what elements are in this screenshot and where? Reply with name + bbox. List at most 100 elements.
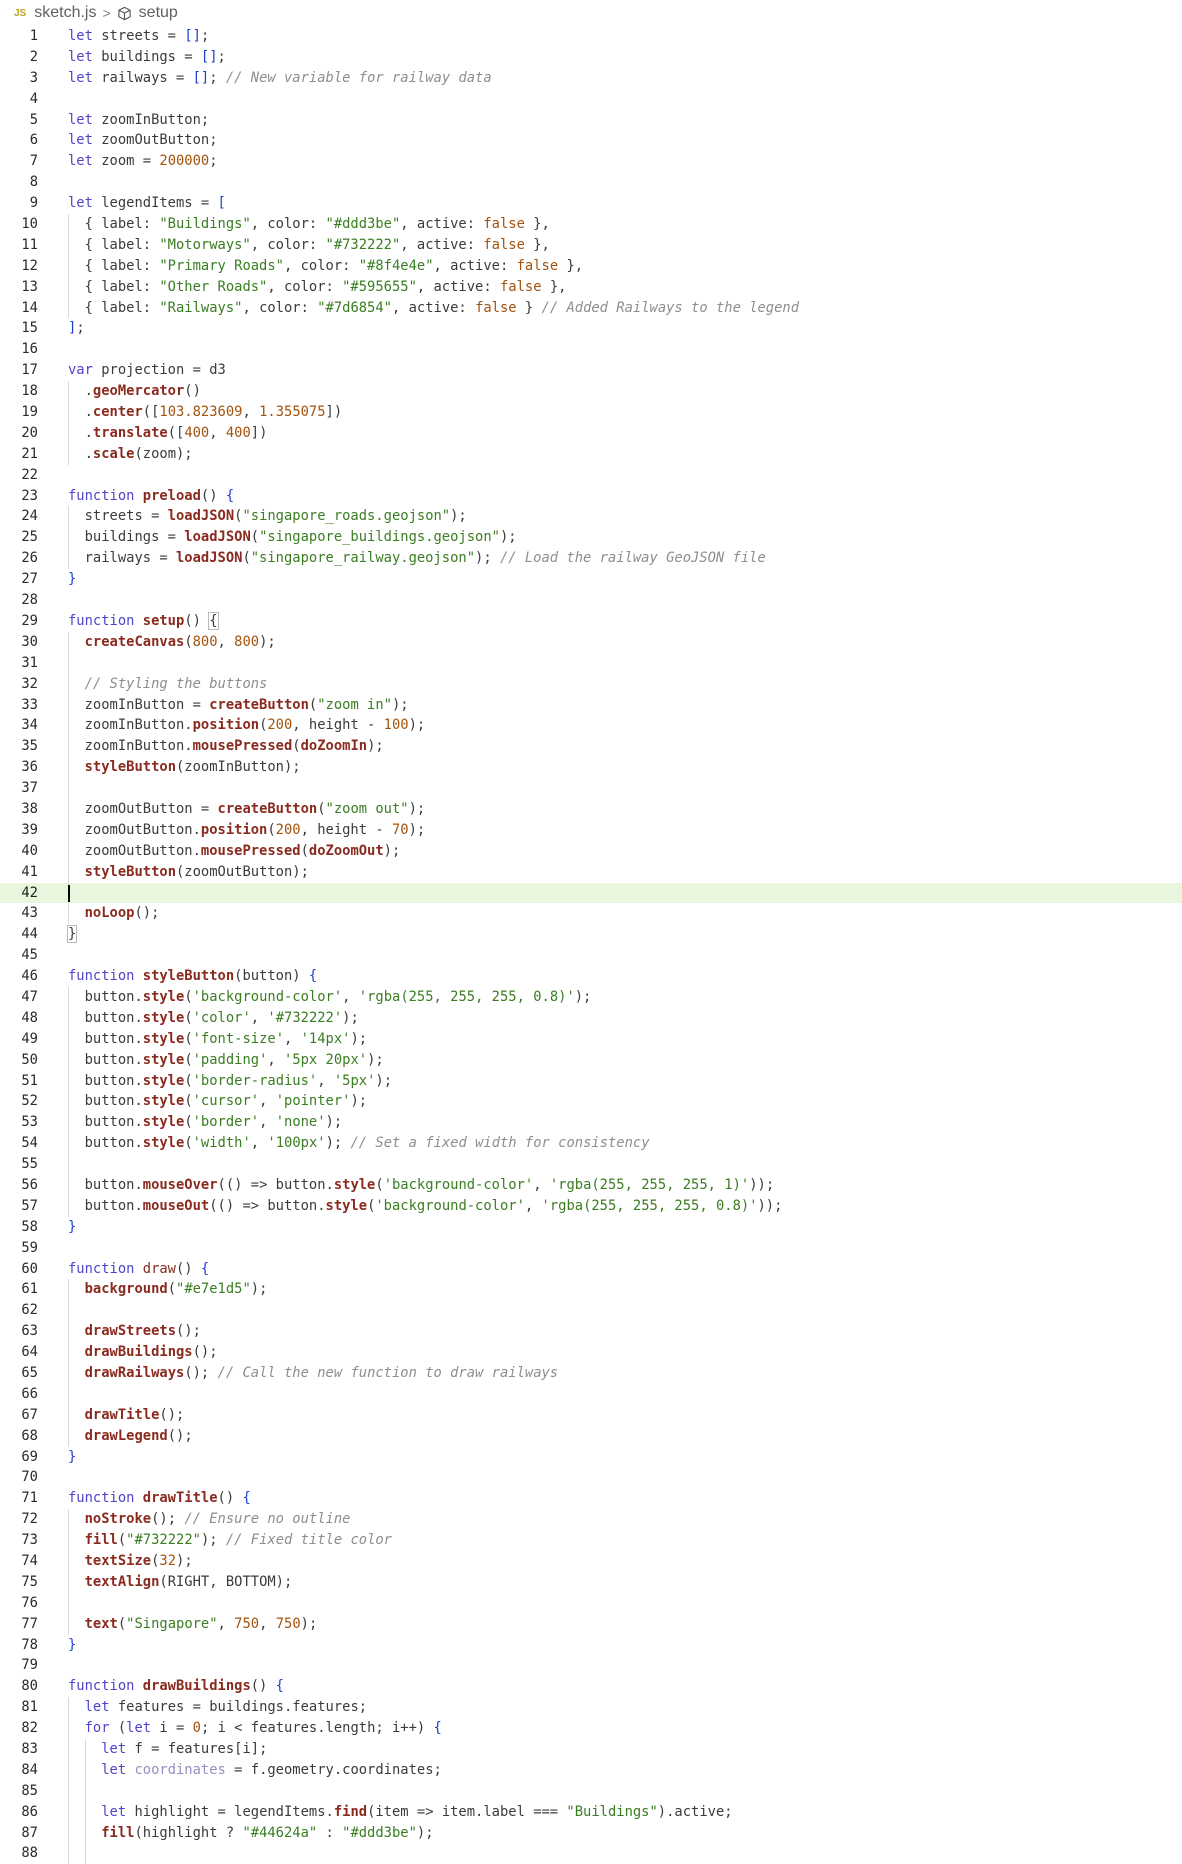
code-line[interactable]: 3 let railways = []; // New variable for … <box>0 68 1182 89</box>
code-line[interactable]: 14 { label: "Railways", color: "#7d6854"… <box>0 297 1182 319</box>
code-line[interactable]: 58} <box>0 1217 1182 1238</box>
code-line[interactable]: 51 button.style('border-radius', '5px'); <box>0 1070 1182 1092</box>
code-line[interactable]: 44} <box>0 924 1182 945</box>
code-line[interactable]: 77 text("Singapore", 750, 750); <box>0 1613 1182 1635</box>
code-line[interactable]: 17 var projection = d3 <box>0 360 1182 381</box>
code-line[interactable]: 6 let zoomOutButton; <box>0 130 1182 151</box>
code-line[interactable]: 43 noLoop(); <box>0 903 1182 925</box>
code-line[interactable]: 24 streets = loadJSON("singapore_roads.g… <box>0 506 1182 528</box>
line-number: 81 <box>21 1699 38 1716</box>
code-line[interactable]: 30 createCanvas(800, 800); <box>0 631 1182 653</box>
code-line[interactable]: 84 let coordinates = f.geometry.coordina… <box>0 1759 1182 1781</box>
code-line[interactable]: 85 <box>0 1780 1182 1802</box>
code-line[interactable]: 54 button.style('width', '100px'); // Se… <box>0 1133 1182 1155</box>
code-line[interactable]: 76 <box>0 1592 1182 1614</box>
code-line[interactable]: 8 <box>0 172 1182 193</box>
code-line[interactable]: 11 { label: "Motorways", color: "#732222… <box>0 234 1182 256</box>
code-line[interactable]: 9 let legendItems = [ <box>0 193 1182 214</box>
code-line[interactable]: 60 function draw() { <box>0 1259 1182 1280</box>
code-line[interactable]: 2 let buildings = []; <box>0 47 1182 68</box>
code-text: fill(highlight ? "#44624a" : "#ddd3be"); <box>68 1823 433 1844</box>
code-line[interactable]: 29 function setup() { <box>0 611 1182 632</box>
code-line[interactable]: 22 <box>0 465 1182 486</box>
code-line[interactable]: 74 textSize(32); <box>0 1551 1182 1572</box>
code-line[interactable]: 16 <box>0 339 1182 360</box>
code-line[interactable]: 68 drawLegend(); <box>0 1425 1182 1447</box>
code-line[interactable]: 53 button.style('border', 'none'); <box>0 1112 1182 1134</box>
code-line[interactable]: 40 zoomOutButton.mousePressed(doZoomOut)… <box>0 840 1182 862</box>
code-line[interactable]: 33 zoomInButton = createButton("zoom in"… <box>0 694 1182 716</box>
code-line[interactable]: 57 button.mouseOut(() => button.style('b… <box>0 1195 1182 1217</box>
code-line[interactable]: 27} <box>0 569 1182 590</box>
code-line[interactable]: 72 noStroke(); // Ensure no outline <box>0 1509 1182 1531</box>
line-number: 1 <box>29 28 38 44</box>
code-line[interactable]: 38 zoomOutButton = createButton("zoom ou… <box>0 798 1182 820</box>
code-line[interactable]: 32 // Styling the buttons <box>0 673 1182 695</box>
code-line[interactable]: 41 styleButton(zoomOutButton); <box>0 861 1182 883</box>
code-line[interactable]: 46 function styleButton(button) { <box>0 966 1182 987</box>
code-line[interactable]: 79 <box>0 1655 1182 1676</box>
code-line[interactable]: 70 <box>0 1467 1182 1488</box>
code-line[interactable]: 83 let f = features[i]; <box>0 1739 1182 1760</box>
code-line[interactable]: 65 drawRailways(); // Call the new funct… <box>0 1363 1182 1384</box>
code-line[interactable]: 59 <box>0 1238 1182 1259</box>
code-line[interactable]: 34 zoomInButton.position(200, height - 1… <box>0 715 1182 737</box>
code-line[interactable]: 13 { label: "Other Roads", color: "#5956… <box>0 276 1182 298</box>
breadcrumb-file[interactable]: sketch.js <box>34 4 96 22</box>
code-line[interactable]: 42 <box>0 882 1182 904</box>
code-line[interactable]: 81 let features = buildings.features; <box>0 1697 1182 1719</box>
code-line[interactable]: 88 <box>0 1843 1182 1864</box>
code-line[interactable]: 49 button.style('font-size', '14px'); <box>0 1028 1182 1050</box>
code-line[interactable]: 4 <box>0 89 1182 110</box>
code-line[interactable]: 31 <box>0 652 1182 674</box>
code-text: styleButton(zoomOutButton); <box>68 862 309 883</box>
code-text: } <box>68 1447 76 1468</box>
code-line[interactable]: 39 zoomOutButton.position(200, height - … <box>0 819 1182 841</box>
code-line[interactable]: 35 zoomInButton.mousePressed(doZoomIn); <box>0 736 1182 758</box>
code-line[interactable]: 86 let highlight = legendItems.find(item… <box>0 1801 1182 1823</box>
code-line[interactable]: 52 button.style('cursor', 'pointer'); <box>0 1091 1182 1113</box>
code-line[interactable]: 80 function drawBuildings() { <box>0 1676 1182 1697</box>
code-token: railways = <box>68 550 176 567</box>
code-line[interactable]: 19 .center([103.823609, 1.355075]) <box>0 402 1182 423</box>
breadcrumb-symbol[interactable]: setup <box>139 4 178 22</box>
code-line[interactable]: 23 function preload() { <box>0 486 1182 507</box>
code-line[interactable]: 67 drawTitle(); <box>0 1404 1182 1426</box>
code-line[interactable]: 82 for (let i = 0; i < features.length; … <box>0 1718 1182 1740</box>
code-line[interactable]: 69} <box>0 1447 1182 1468</box>
line-number: 25 <box>21 529 38 546</box>
code-line[interactable]: 37 <box>0 778 1182 799</box>
code-line[interactable]: 71 function drawTitle() { <box>0 1488 1182 1509</box>
code-line[interactable]: 55 <box>0 1154 1182 1175</box>
code-line[interactable]: 28 <box>0 590 1182 611</box>
code-line[interactable]: 5 let zoomInButton; <box>0 110 1182 131</box>
code-token: { label: <box>68 278 160 295</box>
code-line[interactable]: 48 button.style('color', '#732222'); <box>0 1007 1182 1029</box>
code-line[interactable]: 64 drawBuildings(); <box>0 1342 1182 1363</box>
code-line[interactable]: 78} <box>0 1635 1182 1656</box>
code-line[interactable]: 50 button.style('padding', '5px 20px'); <box>0 1049 1182 1071</box>
code-line[interactable]: 56 button.mouseOver(() => button.style('… <box>0 1174 1182 1196</box>
code-line[interactable]: 75 textAlign(RIGHT, BOTTOM); <box>0 1571 1182 1593</box>
code-line[interactable]: 26 railways = loadJSON("singapore_railwa… <box>0 548 1182 570</box>
code-token: ( <box>117 1615 127 1632</box>
code-line[interactable]: 15]; <box>0 318 1182 339</box>
code-line[interactable]: 45 <box>0 945 1182 966</box>
code-line[interactable]: 36 styleButton(zoomInButton); <box>0 757 1182 779</box>
code-line[interactable]: 12 { label: "Primary Roads", color: "#8f… <box>0 255 1182 277</box>
code-line[interactable]: 10 { label: "Buildings", color: "#ddd3be… <box>0 214 1182 235</box>
code-line[interactable]: 62 <box>0 1300 1182 1322</box>
code-line[interactable]: 1 let streets = []; <box>0 26 1182 47</box>
code-line[interactable]: 20 .translate([400, 400]) <box>0 422 1182 444</box>
code-line[interactable]: 18 .geoMercator() <box>0 381 1182 403</box>
code-line[interactable]: 87 fill(highlight ? "#44624a" : "#ddd3be… <box>0 1822 1182 1844</box>
code-line[interactable]: 25 buildings = loadJSON("singapore_build… <box>0 527 1182 549</box>
code-line[interactable]: 21 .scale(zoom); <box>0 443 1182 465</box>
code-line[interactable]: 61 background("#e7e1d5"); <box>0 1279 1182 1301</box>
code-line[interactable]: 47 button.style('background-color', 'rgb… <box>0 986 1182 1008</box>
code-line[interactable]: 63 drawStreets(); <box>0 1321 1182 1343</box>
code-editor[interactable]: 1 let streets = []; 2 let buildings = []; 3 l… <box>0 26 1182 1864</box>
code-line[interactable]: 66 <box>0 1383 1182 1405</box>
code-line[interactable]: 7 let zoom = 200000; <box>0 151 1182 172</box>
code-line[interactable]: 73 fill("#732222"); // Fixed title color <box>0 1530 1182 1552</box>
